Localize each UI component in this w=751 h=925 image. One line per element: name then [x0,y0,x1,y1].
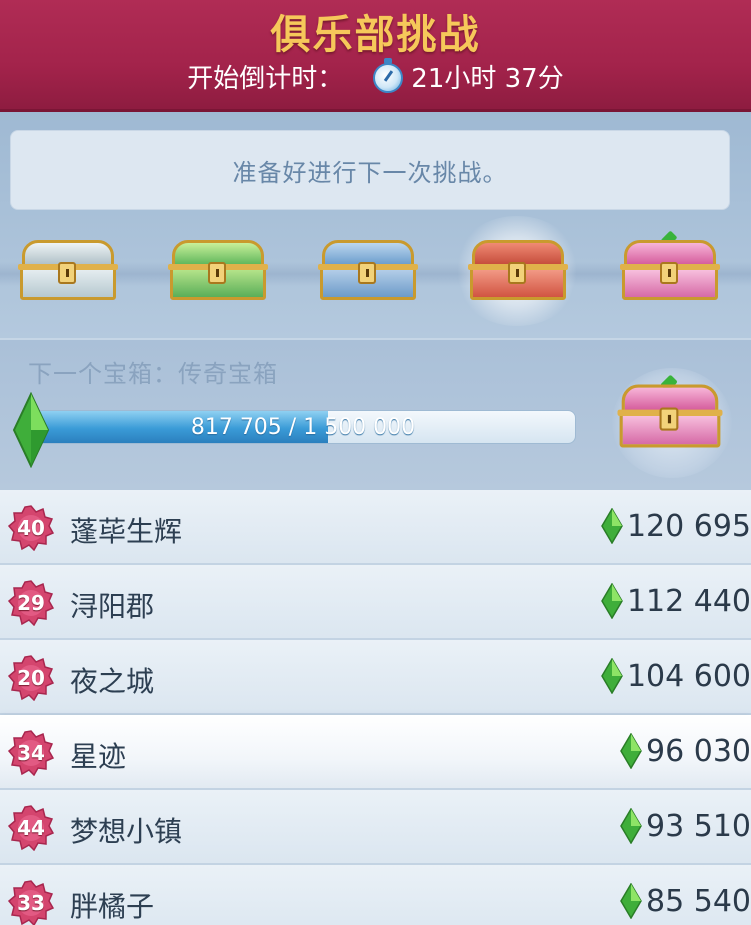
leaderboard-row[interactable]: 33 胖橘子 85 540 [0,865,751,925]
leaderboard-row[interactable]: 34 星迹 96 030 [0,715,751,790]
level-number: 33 [17,891,45,915]
progress-text: 817 705 / 1 500 000 [190,415,416,440]
plumbob-icon [12,392,50,468]
level-number: 34 [17,741,45,765]
challenge-header: 俱乐部挑战 开始倒计时： 21小时 37分 [0,0,751,112]
level-badge: 44 [8,805,54,851]
next-chest-label: 下一个宝箱：传奇宝箱 [28,360,278,388]
score-value: 96 030 [646,733,751,769]
level-badge: 33 [8,880,54,925]
stopwatch-icon [373,57,404,93]
simoleon-icon [620,883,642,919]
blue-chest-icon[interactable] [318,240,418,302]
club-score: 104 600 [601,658,751,694]
next-chest-progress: 下一个宝箱：传奇宝箱 817 705 / 1 500 000 [0,338,751,490]
page-title: 俱乐部挑战 [270,12,481,58]
club-score: 112 440 [601,583,751,619]
level-number: 44 [17,816,45,840]
countdown-label: 开始倒计时： [187,64,344,94]
club-leaderboard: 40 蓬荜生辉 120 695 29 浔阳郡 112 440 20 夜之城 104 600 34 星… [0,490,751,925]
challenge-panel: 准备好进行下一次挑战。 [0,112,751,338]
club-name: 胖橘子 [70,890,155,923]
club-score: 96 030 [620,733,751,769]
score-value: 120 695 [626,508,751,544]
silver-chest-icon[interactable] [18,240,118,302]
legendary-chest-icon[interactable] [617,374,723,449]
leaderboard-row[interactable]: 20 夜之城 104 600 [0,640,751,715]
level-badge: 40 [8,505,54,551]
leaderboard-row[interactable]: 40 蓬荜生辉 120 695 [0,490,751,565]
club-name: 星迹 [70,740,127,773]
club-score: 93 510 [620,808,751,844]
simoleon-icon [601,658,623,694]
club-name: 夜之城 [70,665,155,698]
level-badge: 34 [8,730,54,776]
club-score: 120 695 [601,508,751,544]
chest-tiers [0,216,751,326]
countdown-value: 21小时 37分 [411,64,564,94]
countdown: 开始倒计时： 21小时 37分 [0,57,751,95]
simoleon-icon [601,508,623,544]
level-number: 20 [17,666,45,690]
club-name: 梦想小镇 [70,815,183,848]
leaderboard-row[interactable]: 44 梦想小镇 93 510 [0,790,751,865]
level-badge: 20 [8,655,54,701]
progress-bar: 817 705 / 1 500 000 [30,410,576,444]
level-number: 40 [17,516,45,540]
simoleon-icon [601,583,623,619]
red-chest-icon[interactable] [468,240,568,302]
club-name: 蓬荜生辉 [70,515,183,548]
score-value: 112 440 [626,583,751,619]
club-name: 浔阳郡 [70,590,155,623]
status-message: 准备好进行下一次挑战。 [10,130,730,210]
pink-chest-icon[interactable] [620,230,720,302]
green-chest-icon[interactable] [168,240,268,302]
level-number: 29 [17,591,45,615]
score-value: 104 600 [626,658,751,694]
leaderboard-row[interactable]: 29 浔阳郡 112 440 [0,565,751,640]
score-value: 85 540 [646,883,751,919]
club-score: 85 540 [620,883,751,919]
level-badge: 29 [8,580,54,626]
score-value: 93 510 [646,808,751,844]
simoleon-icon [620,808,642,844]
simoleon-icon [620,733,642,769]
